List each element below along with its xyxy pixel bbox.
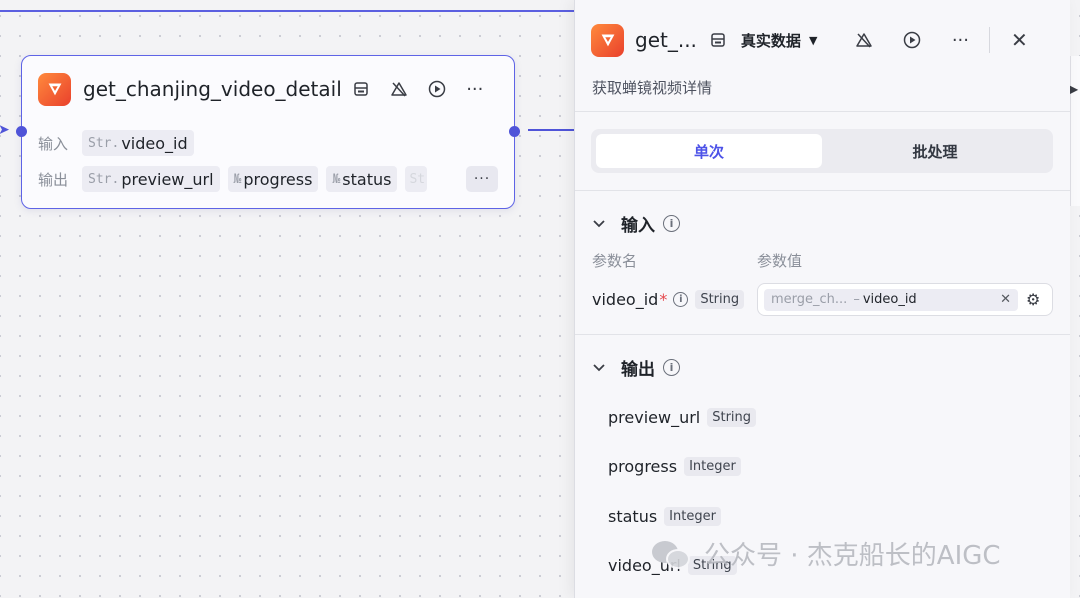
- output-chip: № status: [326, 166, 398, 192]
- output-label: 输出: [38, 170, 69, 189]
- output-item: preview_url String: [608, 408, 757, 427]
- divider: [575, 334, 1070, 335]
- param-type-tag: String: [695, 289, 745, 309]
- node-test-panel: get_... 真实数据 ▼ ··· ✕ 获取蝉镜视频详情 单次 批处理 输入 …: [574, 0, 1070, 598]
- watermark: 公众号 · 杰克船长的AIGC: [652, 535, 1001, 572]
- node-title: get_chanjing_video_detail: [83, 77, 342, 101]
- play-icon: ▶: [1069, 82, 1079, 96]
- canvas-edge-top: [0, 10, 600, 12]
- alert-off-icon[interactable]: [388, 80, 410, 98]
- ref-source: merge_ch...: [771, 292, 848, 307]
- panel-title: get_...: [635, 28, 697, 52]
- input-section-header[interactable]: 输入 i: [593, 211, 680, 236]
- input-port[interactable]: [16, 126, 27, 137]
- plugin-logo-icon: [591, 23, 624, 57]
- output-type-tag: Integer: [664, 507, 721, 526]
- input-section-title: 输入: [621, 216, 655, 236]
- ref-variable: video_id: [862, 292, 917, 307]
- chevron-down-icon: [593, 217, 613, 231]
- workflow-node[interactable]: get_chanjing_video_detail ··· 输入 Str. vi…: [16, 55, 520, 209]
- close-icon[interactable]: ✕: [1008, 28, 1030, 52]
- header-divider: [989, 27, 991, 53]
- output-chip: Str. preview_url: [82, 166, 220, 192]
- input-chip: Str. video_id: [82, 130, 194, 156]
- clear-icon[interactable]: ✕: [1000, 292, 1011, 307]
- more-icon[interactable]: ···: [949, 30, 971, 51]
- output-port[interactable]: [509, 126, 520, 137]
- panel-description: 获取蝉镜视频详情: [592, 79, 713, 97]
- plugin-logo-icon: [38, 72, 71, 106]
- variable-reference-chip[interactable]: merge_ch... – video_id ✕: [764, 288, 1018, 311]
- divider: [575, 111, 1070, 112]
- output-chip-faded: Str.: [405, 166, 428, 192]
- output-item: status Integer: [608, 507, 721, 526]
- run-icon[interactable]: [901, 31, 923, 49]
- output-chip: № progress: [227, 166, 319, 192]
- data-mode-select[interactable]: 真实数据 ▼: [741, 30, 817, 51]
- tab-single[interactable]: 单次: [596, 134, 822, 168]
- tab-batch[interactable]: 批处理: [822, 134, 1048, 168]
- param-name-header: 参数名: [592, 252, 638, 270]
- panel-header: get_... 真实数据 ▼ ··· ✕: [591, 22, 1054, 58]
- output-section-title: 输出: [621, 360, 655, 380]
- gear-icon[interactable]: ⚙: [1026, 290, 1040, 309]
- divider: [575, 190, 1070, 191]
- info-icon[interactable]: i: [673, 291, 689, 307]
- run-icon[interactable]: [426, 80, 448, 98]
- caret-down-icon: ▼: [808, 33, 818, 47]
- param-name: video_id: [592, 289, 659, 309]
- adjacent-node-edge: ▶: [1069, 56, 1080, 206]
- param-row: video_id * i String: [592, 283, 745, 315]
- edge-arrow-icon: ➤: [0, 122, 10, 138]
- input-label: 输入: [38, 134, 69, 153]
- more-outputs-button[interactable]: ···: [466, 166, 498, 192]
- store-icon[interactable]: [709, 32, 727, 48]
- output-section-header[interactable]: 输出 i: [593, 355, 680, 380]
- store-icon[interactable]: [352, 81, 370, 97]
- info-icon[interactable]: i: [663, 215, 680, 232]
- output-item: progress Integer: [608, 457, 741, 476]
- param-value-header: 参数值: [757, 252, 803, 270]
- wechat-icon: [652, 537, 692, 571]
- required-mark: *: [659, 289, 668, 309]
- output-type-tag: Integer: [684, 457, 741, 476]
- output-type-tag: String: [707, 408, 757, 427]
- node-header: get_chanjing_video_detail ···: [38, 72, 500, 106]
- param-value-field[interactable]: merge_ch... – video_id ✕ ⚙: [757, 283, 1053, 316]
- more-icon[interactable]: ···: [464, 79, 486, 100]
- node-outputs: 输出 Str. preview_url № progress № status …: [38, 166, 435, 192]
- canvas-edge-out: [528, 129, 578, 131]
- chevron-down-icon: [593, 361, 613, 375]
- node-inputs: 输入 Str. video_id: [38, 130, 202, 156]
- alert-off-icon[interactable]: [853, 31, 875, 49]
- info-icon[interactable]: i: [663, 359, 680, 376]
- run-mode-tabs: 单次 批处理: [591, 129, 1053, 173]
